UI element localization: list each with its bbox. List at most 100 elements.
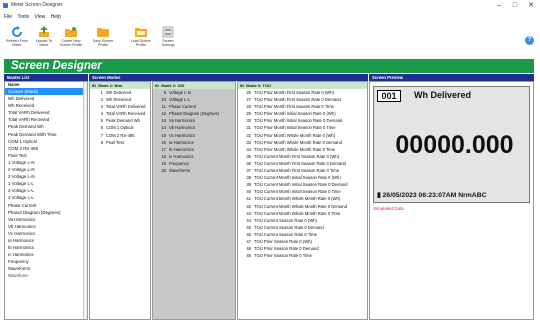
menu-view[interactable]: View (35, 14, 46, 20)
mode3-item[interactable]: 48 TOU Prior Season Rate 0 Demand (238, 245, 367, 252)
mode2-item[interactable]: 12 Phasor Diagram (Degrees) (153, 110, 235, 117)
mode3-item-name: TOU Prior Season Rate 0 (Wh) (254, 238, 312, 244)
mode2-item[interactable]: 20 Waveforms (153, 167, 235, 174)
master-list-item[interactable]: Total VARh Received (5, 116, 87, 123)
mode2-item[interactable]: 19 Frequency (153, 160, 235, 167)
master-list-item[interactable]: Phasor Diagram (Degrees) (5, 209, 87, 216)
mode2-item[interactable]: 17 Ib Harmonics (153, 146, 235, 153)
master-list-item[interactable]: 3 Voltage L-N (5, 173, 87, 180)
upload-to-meter-button[interactable]: Upload To Meter (32, 26, 56, 56)
mode2-item-id: 9 (163, 90, 166, 95)
mode1-item[interactable]: 6 COM 1 Optical (90, 124, 150, 131)
mode3-item[interactable]: 42 TOU Current Month Whole Month Rate 0 D… (238, 203, 367, 210)
mode1-item[interactable]: 5 Peak Demand Wh (90, 117, 150, 124)
mode3-item[interactable]: 41 TOU Current Month Whole Month Rate 0 (… (238, 195, 367, 202)
mode2-item[interactable]: 14 Vb Harmonics (153, 124, 235, 131)
refresh-icon (12, 26, 22, 37)
mode1-item[interactable]: 8 Pixel Test (90, 139, 150, 146)
mode3-item[interactable]: 45 TOU Current Season Rate 0 Demand (238, 224, 367, 231)
menu-file[interactable]: File (4, 14, 12, 20)
mode3-item[interactable]: 44 TOU Current Season Rate 0 (Wh) (238, 217, 367, 224)
load-folder-icon (135, 28, 147, 37)
mode2-item[interactable]: 11 Phase Current (153, 103, 235, 110)
master-list-item[interactable]: Wh Delivered (5, 95, 87, 102)
mode1-item-id: 4 (100, 111, 103, 117)
mode3-item[interactable]: 39 TOU Current Month Initial Season Rate … (238, 181, 367, 188)
close-button[interactable]: ✕ (526, 1, 536, 10)
mode3-item[interactable]: 35 TOU Current Month First Season Rate 0 … (238, 153, 367, 160)
master-list-item[interactable]: 1 Voltage L-L (5, 180, 87, 187)
mode3-item[interactable]: 49 TOU Prior Season Rate 0 Time (238, 252, 367, 259)
mode3-item[interactable]: 43 TOU Current Month Whole Month Rate 0 T… (238, 210, 367, 217)
refresh-from-meter-button[interactable]: Refresh From Meter (5, 26, 29, 56)
mode1-item[interactable]: 2 Wh Received (90, 96, 150, 103)
master-list-item[interactable]: Vc Harmonics (5, 230, 87, 237)
mode3-item[interactable]: 40 TOU Current Month Initial Season Rate … (238, 188, 367, 195)
master-list-item[interactable]: COM 1 Optical (5, 138, 87, 145)
master-list-item[interactable]: Peak Demand Wh (5, 123, 87, 130)
mode2-item[interactable]: 13 Va Harmonics (153, 117, 235, 124)
mode3-item[interactable]: 30 TOU Prior Month Initial Season Rate 0 … (238, 117, 367, 124)
mode3-item[interactable]: 28 TOU Prior Month First Season Rate 0 Ti… (238, 103, 367, 110)
master-list-item[interactable]: Waveforms (5, 265, 87, 272)
master-list-item[interactable]: Phase Current (5, 202, 87, 209)
mode3-item[interactable]: 34 TOU Prior Month Whole Month Rate 0 Tim… (238, 146, 367, 153)
save-screen-profile-button[interactable]: Save Screen Profile (91, 26, 115, 56)
mode3-item-name: TOU Current Month First Season Rate 0 Ti… (254, 168, 340, 174)
mode3-item[interactable]: 36 TOU Current Month First Season Rate 0 … (238, 160, 367, 167)
mode2-item[interactable]: 9 Voltage L-N (153, 89, 235, 96)
master-list-item[interactable]: 2 Voltage L-L (5, 187, 87, 194)
master-list-item[interactable]: 1 Voltage L-N (5, 159, 87, 166)
master-list-item[interactable]: Frequency (5, 258, 87, 265)
mode3-item[interactable]: 27 TOU Prior Month First Season Rate 0 De… (238, 96, 367, 103)
mode3-item[interactable]: 37 TOU Current Month First Season Rate 0 … (238, 167, 367, 174)
mode2-item[interactable]: 16 Ia Harmonics (153, 139, 235, 146)
master-list-item[interactable]: Custom (Blank) (5, 88, 87, 96)
mode3-item-name: TOU Prior Month First Season Rate 0 Time (254, 104, 334, 110)
mode3-item[interactable]: 47 TOU Prior Season Rate 0 (Wh) (238, 238, 367, 245)
mode2-item-name: Voltage L-N (169, 90, 191, 95)
mode1-item[interactable]: 1 Wh Delivered (90, 89, 150, 96)
maximize-button[interactable]: □ (510, 1, 520, 10)
master-list-item[interactable]: Va Harmonics (5, 216, 87, 223)
screen-settings-button[interactable]: Screen Settings (156, 26, 180, 56)
mode1-item-name: Peak Demand Wh (106, 118, 140, 124)
master-list-item[interactable]: Ia Harmonics (5, 237, 87, 244)
mode3-item[interactable]: 33 TOU Prior Month Whole Month Rate 0 Dem… (238, 139, 367, 146)
mode3-item[interactable]: 29 TOU Prior Month Initial Season Rate 0 … (238, 110, 367, 117)
master-list-item[interactable]: Total VARh Delivered (5, 109, 87, 116)
mode3-item[interactable]: 25 TOU Prior Month First Season Rate 0 (W… (238, 89, 367, 96)
master-list-item[interactable]: Pixel Test (5, 152, 87, 159)
mode2-item[interactable]: 18 Ic Harmonics (153, 153, 235, 160)
mode1-item[interactable]: 4 Total VARh Received (90, 110, 150, 117)
master-scrollbar[interactable] (83, 82, 87, 319)
mode3-item-name: TOU Current Month Initial Season Rate 0 … (254, 189, 341, 195)
master-list-item[interactable]: Vb Harmonics (5, 223, 87, 230)
master-list-item[interactable]: Ic Harmonics (5, 251, 87, 258)
menu-tools[interactable]: Tools (17, 14, 29, 20)
mode3-item[interactable]: 32 TOU Prior Month Whole Month Rate 0 (Wh… (238, 132, 367, 139)
master-list-item[interactable]: 3 Voltage L-L (5, 194, 87, 201)
master-list-item[interactable]: COM 2 RS-485 (5, 145, 87, 152)
help-icon[interactable]: ? (525, 36, 534, 45)
mode3-item[interactable]: 31 TOU Prior Month Initial Season Rate 0 … (238, 124, 367, 131)
master-list-item[interactable]: Peak Demand With Time (5, 131, 87, 138)
master-list-item[interactable]: 2 Voltage L-N (5, 166, 87, 173)
master-list-item[interactable]: Ib Harmonics (5, 244, 87, 251)
minimize-button[interactable]: – (494, 1, 504, 10)
mode2-item[interactable]: 15 Vc Harmonics (153, 132, 235, 139)
master-list-item[interactable]: Wh Received (5, 102, 87, 109)
settings-icon (162, 26, 174, 38)
mode3-item[interactable]: 38 TOU Current Month Initial Season Rate … (238, 174, 367, 181)
mode3-item-id: 47 (246, 238, 251, 244)
master-list-item[interactable]: Waveform (5, 272, 87, 279)
mode2-item[interactable]: 10 Voltage L-L (153, 96, 235, 103)
load-screen-profile-button[interactable]: Load Screen Profile (129, 26, 153, 56)
create-label: Create New Screen Profile (59, 39, 83, 47)
mode3-title: Mode 3: TOU (246, 83, 271, 88)
menu-help[interactable]: Help (51, 14, 61, 20)
create-screen-profile-button[interactable]: Create New Screen Profile (59, 26, 83, 56)
mode1-item[interactable]: 7 COM 2 RS-485 (90, 132, 150, 139)
mode1-item[interactable]: 3 Total VARh Delivered (90, 103, 150, 110)
mode3-item[interactable]: 46 TOU Current Season Rate 0 Time (238, 231, 367, 238)
